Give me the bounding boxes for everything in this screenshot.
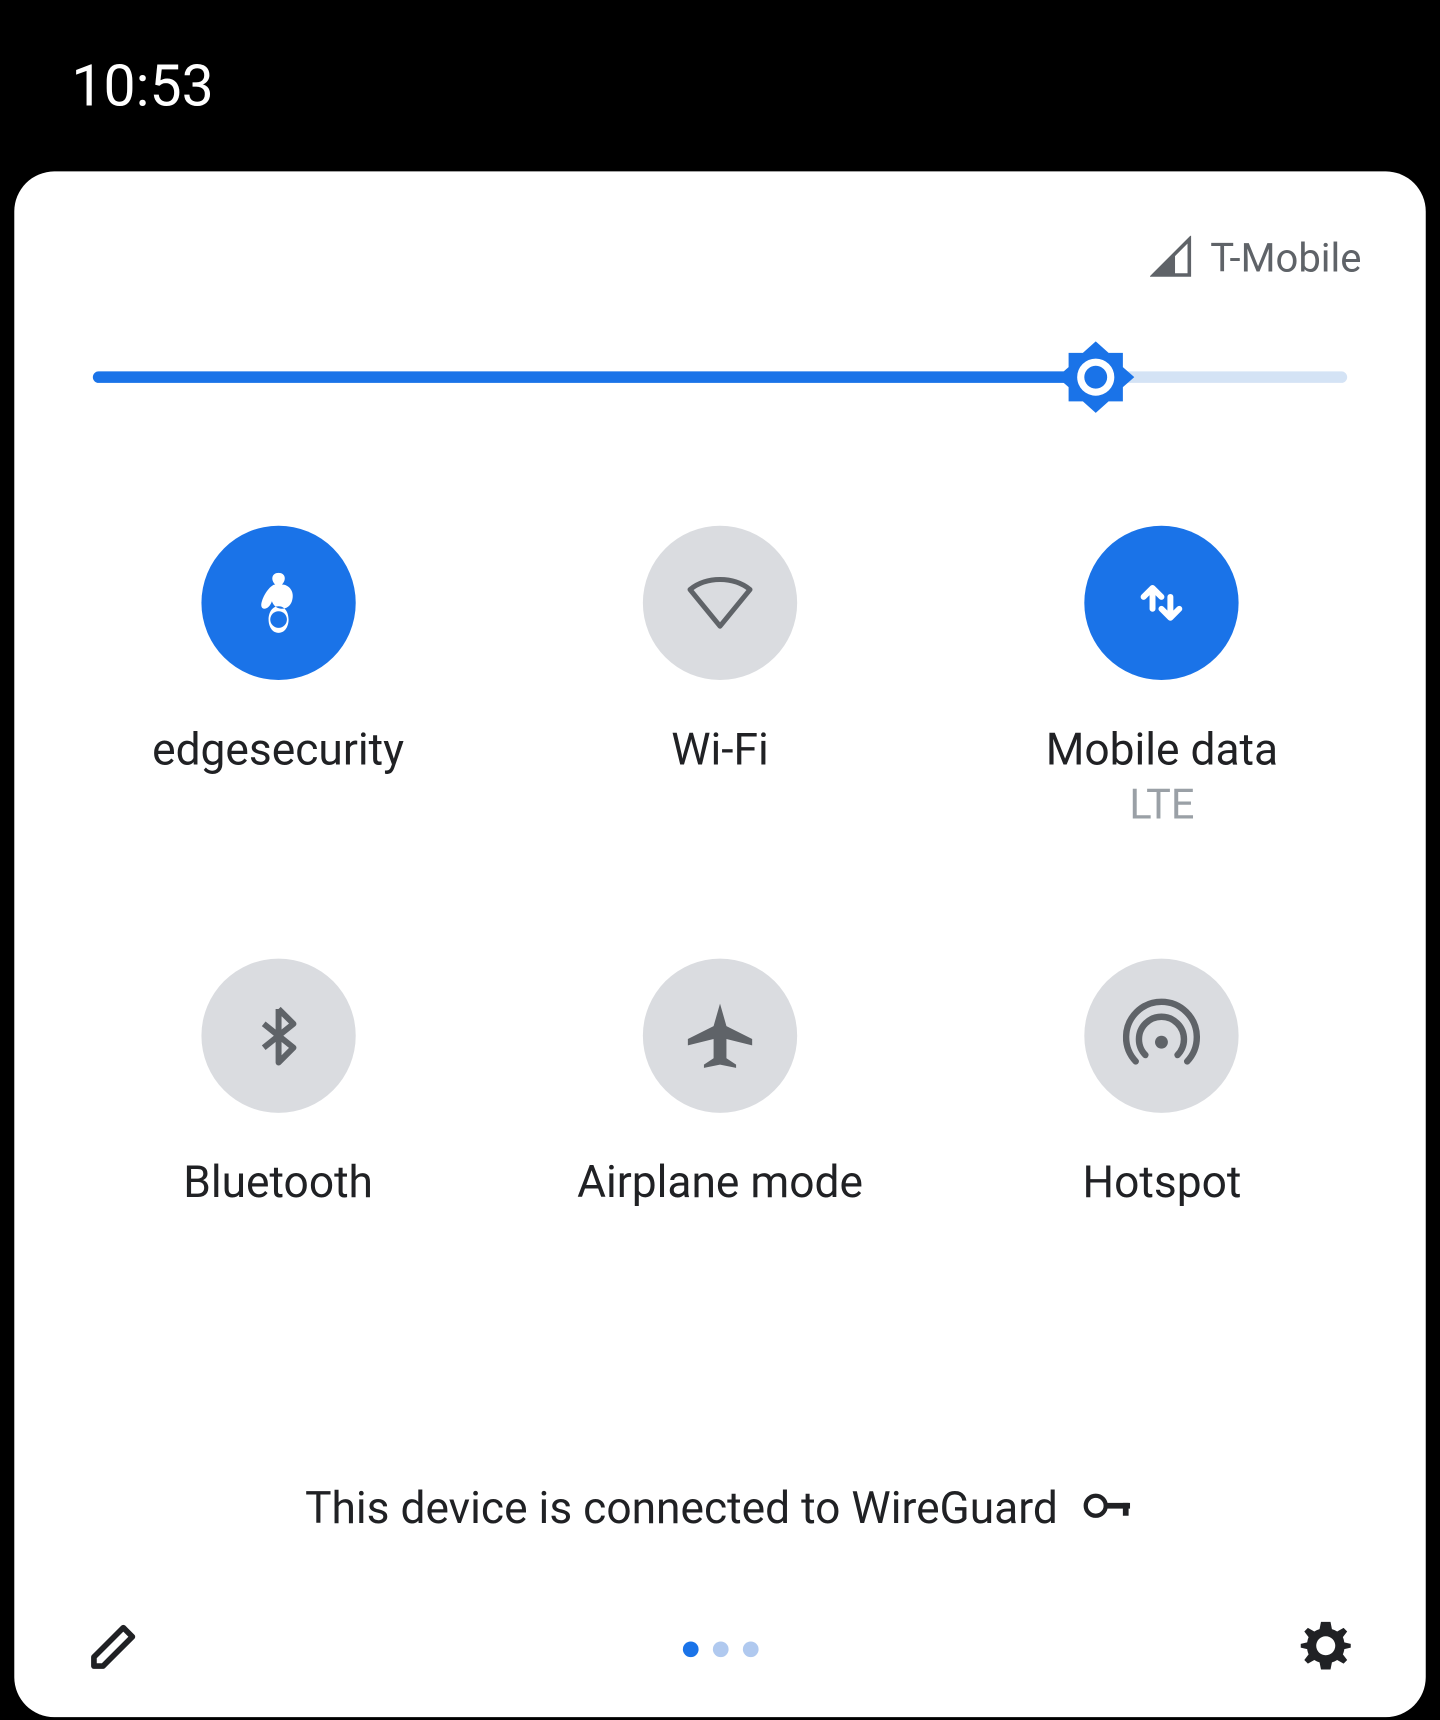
pencil-icon: [87, 1619, 141, 1679]
wireguard-icon: [201, 526, 355, 680]
page-dot: [712, 1641, 728, 1657]
cellular-signal-icon: [1150, 236, 1193, 279]
quick-settings-panel: T-Mobile: [14, 171, 1425, 1717]
page-dot: [682, 1641, 698, 1657]
quick-tiles-grid: edgesecurity Wi-Fi Mobi: [14, 411, 1425, 1208]
tile-label: Mobile data: [1046, 723, 1278, 776]
tile-label: Bluetooth: [183, 1156, 373, 1209]
tile-label: edgesecurity: [152, 723, 404, 776]
gear-icon: [1297, 1617, 1354, 1680]
brightness-thumb-icon[interactable]: [1058, 339, 1135, 416]
brightness-track: [93, 371, 1347, 382]
tile-bluetooth[interactable]: Bluetooth: [57, 959, 499, 1209]
carrier-row: T-Mobile: [14, 214, 1425, 300]
airplane-icon: [643, 959, 797, 1113]
vpn-status-row[interactable]: This device is connected to WireGuard: [14, 1481, 1425, 1534]
vpn-key-icon: [1084, 1488, 1135, 1528]
settings-button[interactable]: [1294, 1617, 1357, 1680]
status-bar: 10:53: [0, 0, 1440, 171]
tile-label: Hotspot: [1082, 1156, 1241, 1209]
tile-airplane-mode[interactable]: Airplane mode: [499, 959, 941, 1209]
page-indicator: [682, 1641, 758, 1657]
brightness-slider[interactable]: [14, 300, 1425, 411]
brightness-fill: [93, 371, 1096, 382]
data-arrows-icon: [1085, 526, 1239, 680]
wifi-icon: [643, 526, 797, 680]
tile-edgesecurity[interactable]: edgesecurity: [57, 526, 499, 830]
panel-bottom-bar: [14, 1617, 1425, 1680]
edit-tiles-button[interactable]: [83, 1617, 146, 1680]
hotspot-icon: [1085, 959, 1239, 1113]
tile-mobile-data[interactable]: Mobile data LTE: [941, 526, 1383, 830]
tile-label: Airplane mode: [577, 1156, 863, 1209]
page-dot: [742, 1641, 758, 1657]
vpn-status-text: This device is connected to WireGuard: [305, 1481, 1058, 1534]
carrier-name: T-Mobile: [1210, 234, 1361, 281]
tile-label: Wi-Fi: [671, 723, 769, 776]
status-time: 10:53: [71, 52, 213, 119]
tile-wifi[interactable]: Wi-Fi: [499, 526, 941, 830]
bluetooth-icon: [201, 959, 355, 1113]
tile-hotspot[interactable]: Hotspot: [941, 959, 1383, 1209]
tile-sublabel: LTE: [1129, 781, 1194, 830]
